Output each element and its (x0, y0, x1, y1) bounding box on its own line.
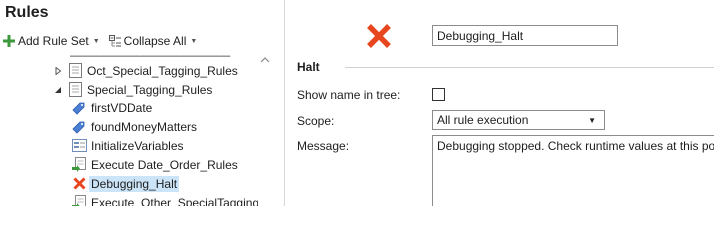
panel-title: Rules (5, 4, 49, 21)
tree-item-oct-special-tagging-rules[interactable]: Oct_Special_Tagging_Rules (53, 61, 238, 80)
chevron-down-icon: ▼ (92, 37, 100, 45)
expand-arrow-icon[interactable] (53, 66, 63, 76)
tree-item-label: Execute Date_Order_Rules (91, 157, 238, 172)
chevron-down-icon: ▼ (190, 37, 198, 45)
scroll-up-arrow-icon[interactable] (260, 56, 270, 64)
tree-item-label: Special_Tagging_Rules (87, 82, 213, 97)
variables-icon (71, 138, 87, 154)
tree-item-label: firstVDDate (91, 100, 153, 115)
tree-row-partial: ________________________ (70, 52, 240, 57)
tag-icon (71, 119, 87, 135)
plus-icon (3, 35, 15, 47)
document-icon (67, 82, 83, 98)
show-name-checkbox[interactable] (432, 88, 445, 101)
rules-tree: ________________________ Oct_Special_Tag… (0, 52, 272, 206)
tag-icon (71, 100, 87, 116)
collapse-arrow-icon[interactable] (53, 85, 63, 95)
execute-icon (71, 157, 87, 173)
rule-properties-panel: Halt Show name in tree: Scope: All rule … (285, 0, 714, 206)
tree-item-initializevariables[interactable]: InitializeVariables (71, 136, 184, 155)
tree-item-firstvddate[interactable]: firstVDDate (71, 98, 152, 117)
halt-icon (71, 176, 87, 192)
rules-panel: Rules Add Rule Set ▼ Collapse All ▼ Oct_… (0, 0, 272, 206)
tree-item-special-tagging-rules[interactable]: Special_Tagging_Rules (53, 80, 212, 99)
collapse-all-icon (108, 35, 121, 47)
tree-item-label: Debugging_Halt (89, 175, 180, 192)
scope-label: Scope: (297, 114, 335, 128)
collapse-all-button[interactable]: Collapse All ▼ (100, 32, 198, 50)
rules-toolbar: Add Rule Set ▼ Collapse All ▼ (0, 32, 197, 50)
show-name-label: Show name in tree: (297, 88, 401, 102)
tree-item-execute-date-order-rules[interactable]: Execute Date_Order_Rules (71, 155, 238, 174)
add-rule-set-button[interactable]: Add Rule Set ▼ (0, 32, 100, 50)
message-textarea[interactable]: Debugging stopped. Check runtime values … (432, 135, 714, 206)
section-divider (345, 67, 714, 68)
chevron-down-icon: ▼ (588, 115, 596, 125)
halt-icon (367, 24, 391, 48)
tree-scrollbar[interactable] (258, 52, 272, 206)
scope-value: All rule execution (437, 113, 529, 127)
add-rule-set-label: Add Rule Set (18, 34, 89, 48)
collapse-all-label: Collapse All (123, 34, 187, 48)
message-label: Message: (297, 139, 350, 153)
tree-item-label: Oct_Special_Tagging_Rules (87, 63, 238, 78)
rule-name-input[interactable] (432, 25, 618, 46)
scope-select[interactable]: All rule execution ▼ (432, 110, 605, 130)
tree-item-label: foundMoneyMatters (91, 119, 198, 134)
section-title: Halt (297, 60, 320, 74)
tree-item-foundmoneymatters[interactable]: foundMoneyMatters (71, 117, 197, 136)
document-icon (67, 63, 83, 79)
tree-item-execute-other-specialtagging[interactable]: Execute_Other_SpecialTagging (71, 193, 259, 206)
tree-item-label: InitializeVariables (91, 138, 184, 153)
tree-item-label: Execute_Other_SpecialTagging (91, 195, 260, 207)
tree-item-debugging-halt[interactable]: Debugging_Halt (71, 174, 180, 193)
execute-icon (71, 195, 87, 206)
